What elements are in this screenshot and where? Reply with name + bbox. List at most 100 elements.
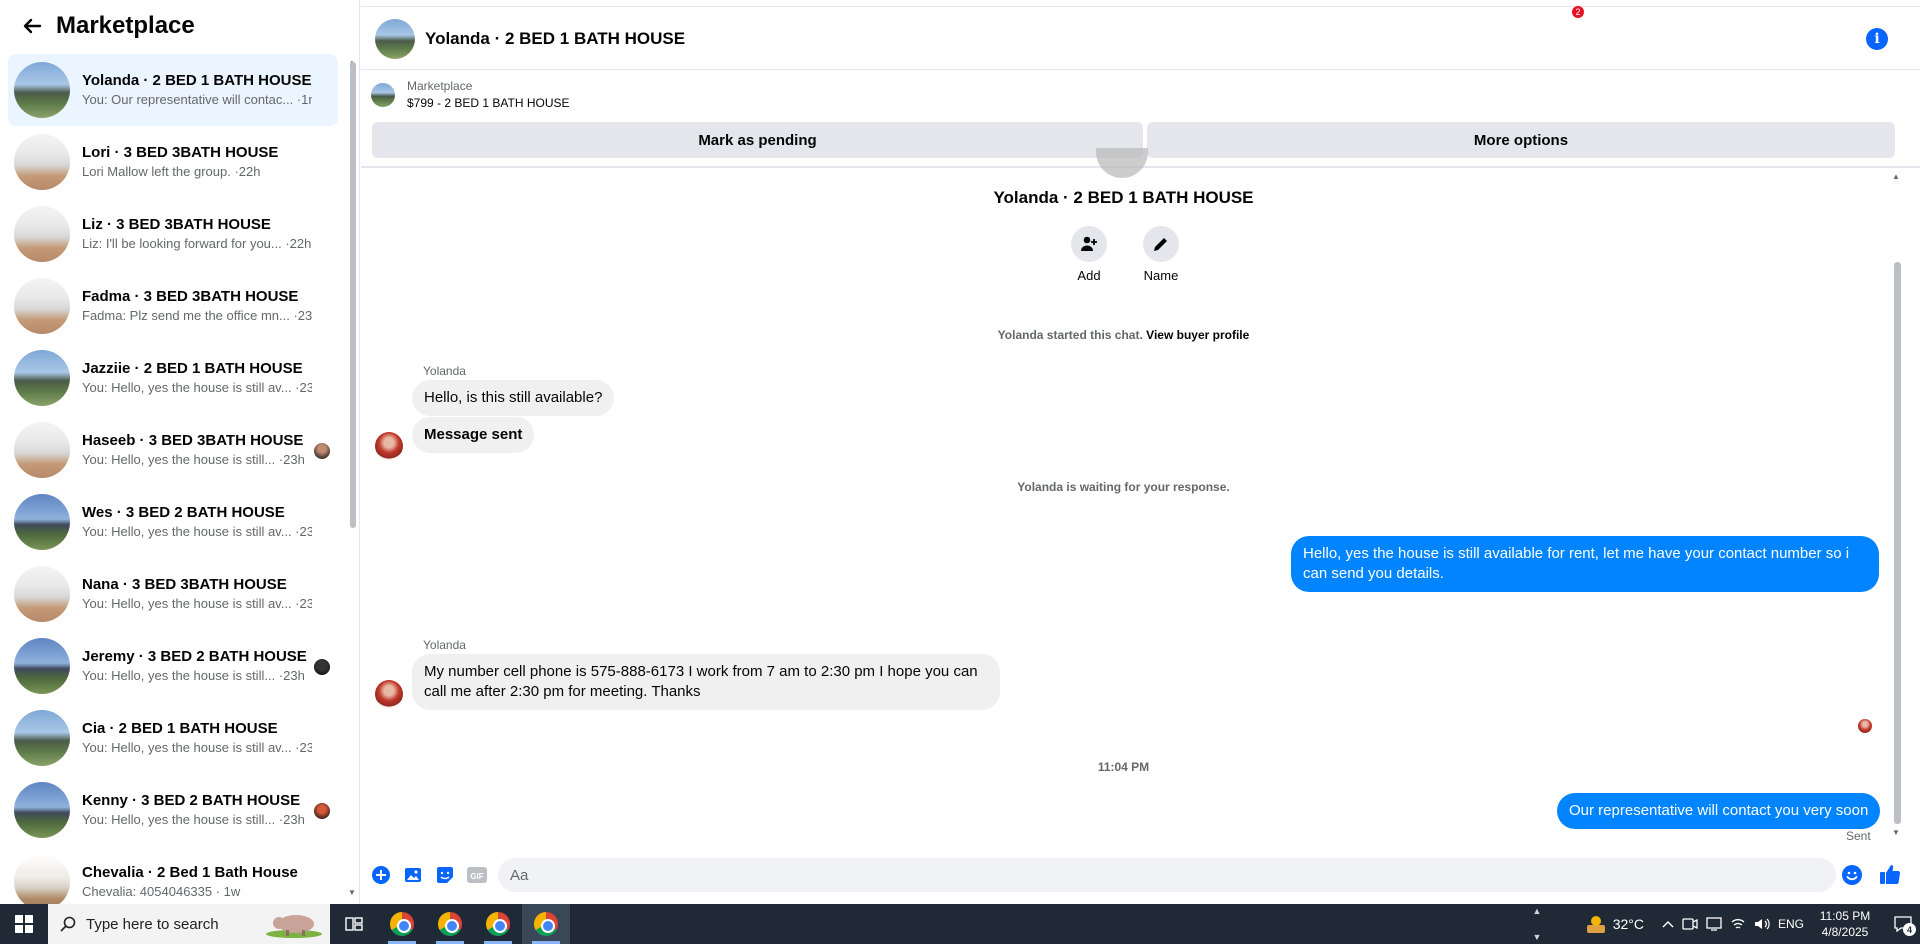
volume-icon[interactable] xyxy=(1754,904,1770,944)
wifi-icon[interactable] xyxy=(1730,904,1746,944)
task-view-button[interactable] xyxy=(330,904,378,944)
outgoing-message[interactable]: Our representative will contact you very… xyxy=(1557,793,1881,829)
thread-scrollbar[interactable] xyxy=(1894,262,1901,824)
mark-as-pending-button[interactable]: Mark as pending xyxy=(372,122,1143,158)
sidebar-title: Marketplace xyxy=(56,12,195,39)
conversation-item[interactable]: Kenny · 3 BED 2 BATH HOUSE You: Hello, ye… xyxy=(8,774,338,846)
conversation-list: Yolanda · 2 BED 1 BATH HOUSE You: Our rep… xyxy=(8,54,338,904)
notification-center[interactable]: 4 xyxy=(1886,904,1920,944)
chat-title[interactable]: Yolanda · 2 BED 1 BATH HOUSE xyxy=(425,29,685,49)
incoming-message[interactable]: Hello, is this still available? xyxy=(412,380,615,416)
conversation-item[interactable]: Yolanda · 2 BED 1 BATH HOUSE You: Our rep… xyxy=(8,54,338,126)
listing-avatar[interactable] xyxy=(375,18,415,59)
conversation-name: Yolanda · 2 BED 1 BATH HOUSE xyxy=(82,72,312,89)
weather-alert-badge: 2 xyxy=(1572,6,1584,18)
chrome-icon xyxy=(486,912,510,936)
chat-header: Yolanda · 2 BED 1 BATH HOUSE i xyxy=(361,8,1920,70)
conversation-thumbnail xyxy=(14,566,70,622)
search-highlight-icon xyxy=(266,915,322,938)
clock-date: 4/8/2025 xyxy=(1821,925,1869,939)
taskbar-chrome-2[interactable] xyxy=(426,904,474,944)
conversation-sidebar: Marketplace ▲ ▼ Yolanda · 2 BED 1 BATH H… xyxy=(0,0,360,904)
sent-status: Sent xyxy=(1846,829,1871,843)
sender-name: Yolanda xyxy=(423,638,466,652)
more-options-button[interactable]: More options xyxy=(1147,122,1895,158)
incoming-message[interactable]: Message sent xyxy=(412,417,535,453)
search-icon xyxy=(60,916,76,932)
conversation-item[interactable]: Liz · 3 BED 3BATH HOUSE Liz: I'll be look… xyxy=(8,198,338,270)
pencil-icon xyxy=(1154,237,1168,251)
conversation-preview: You: Hello, yes the house is still... ·2… xyxy=(82,812,305,827)
taskbar-chrome-1[interactable] xyxy=(378,904,426,944)
conversation-item[interactable]: Cia · 2 BED 1 BATH HOUSE You: Hello, yes … xyxy=(8,702,338,774)
taskbar-chrome-3[interactable] xyxy=(474,904,522,944)
language-indicator[interactable]: ENG xyxy=(1778,904,1804,944)
conversation-thumbnail xyxy=(14,278,70,334)
add-label: Add xyxy=(1077,268,1101,283)
scroll-down-arrow[interactable]: ▼ xyxy=(348,888,356,897)
conversation-thumbnail xyxy=(14,710,70,766)
message-composer: GIF Aa xyxy=(361,854,1920,896)
sticker-icon[interactable] xyxy=(433,863,457,887)
conversation-item[interactable]: Chevalia · 2 Bed 1 Bath House Chevalia: 4… xyxy=(8,846,338,904)
windows-taskbar: Type here to search 32°C ENG 11:05 PM 4/… xyxy=(0,904,1920,944)
incoming-message[interactable]: My number cell phone is 575-888-6173 I w… xyxy=(412,654,1000,710)
conversation-item[interactable]: Nana · 3 BED 3BATH HOUSE You: Hello, yes … xyxy=(8,558,338,630)
start-button[interactable] xyxy=(0,904,48,944)
taskbar-overflow-arrows[interactable]: ▲ ▼ xyxy=(1530,904,1544,944)
add-person-icon xyxy=(1081,236,1097,251)
conversation-thumbnail xyxy=(14,782,70,838)
conversation-thumbnail xyxy=(14,206,70,262)
weather-widget[interactable]: 32°C xyxy=(1585,904,1644,944)
conversation-preview: You: Hello, yes the house is still av...… xyxy=(82,380,312,395)
photo-icon[interactable] xyxy=(401,863,425,887)
conversation-item[interactable]: Haseeb · 3 BED 3BATH HOUSE You: Hello, ye… xyxy=(8,414,338,486)
sender-name: Yolanda xyxy=(423,364,466,378)
sidebar-header: Marketplace xyxy=(0,0,359,52)
view-buyer-profile-link[interactable]: View buyer profile xyxy=(1146,328,1249,342)
sender-avatar[interactable] xyxy=(375,432,403,460)
conversation-name: Chevalia · 2 Bed 1 Bath House xyxy=(82,864,298,881)
conversation-item[interactable]: Wes · 3 BED 2 BATH HOUSE You: Hello, yes … xyxy=(8,486,338,558)
conversation-item[interactable]: Jazziie · 2 BED 1 BATH HOUSE You: Hello, … xyxy=(8,342,338,414)
outgoing-message[interactable]: Hello, yes the house is still available … xyxy=(1291,536,1879,592)
show-hidden-icons[interactable] xyxy=(1662,904,1674,944)
name-label: Name xyxy=(1143,268,1179,283)
conversation-thumbnail xyxy=(14,62,70,118)
add-people-button[interactable] xyxy=(1071,226,1107,262)
conversation-item[interactable]: Lori · 3 BED 3BATH HOUSE Lori Mallow left… xyxy=(8,126,338,198)
conversation-preview: Chevalia: 4054046335 · 1w xyxy=(82,884,241,899)
listing-summary[interactable]: Marketplace $799 - 2 BED 1 BATH HOUSE xyxy=(371,78,570,112)
thread-scroll-up[interactable]: ▲ xyxy=(1892,172,1900,181)
plus-icon[interactable] xyxy=(369,863,393,887)
info-icon[interactable]: i xyxy=(1866,28,1888,50)
system-tray: 32°C ENG 11:05 PM 4/8/2025 4 xyxy=(1585,904,1920,944)
thumbs-up-icon[interactable] xyxy=(1878,862,1902,891)
meet-now-icon[interactable] xyxy=(1682,904,1698,944)
conversation-thumbnail xyxy=(14,422,70,478)
listing-source: Marketplace xyxy=(407,79,473,93)
sidebar-scrollbar[interactable] xyxy=(350,62,356,528)
taskbar-search-box[interactable]: Type here to search xyxy=(48,904,330,944)
name-chat-button[interactable] xyxy=(1143,226,1179,262)
taskbar-chrome-4[interactable] xyxy=(522,904,570,944)
chat-panel: Yolanda · 2 BED 1 BATH HOUSE i Marketpla… xyxy=(361,0,1920,904)
clock[interactable]: 11:05 PM 4/8/2025 xyxy=(1812,904,1878,944)
gif-icon[interactable]: GIF xyxy=(465,863,489,887)
conversation-preview: You: Hello, yes the house is still av...… xyxy=(82,740,312,755)
sender-avatar[interactable] xyxy=(375,680,403,708)
chat-started-text: Yolanda started this chat. xyxy=(997,328,1143,342)
messenger-app: Marketplace ▲ ▼ Yolanda · 2 BED 1 BATH H… xyxy=(0,0,1920,904)
conversation-item[interactable]: Jeremy · 3 BED 2 BATH HOUSE You: Hello, y… xyxy=(8,630,338,702)
message-input[interactable]: Aa xyxy=(498,858,1836,892)
back-arrow-icon[interactable] xyxy=(20,14,44,38)
thread-scroll-down[interactable]: ▼ xyxy=(1892,828,1900,837)
conversation-name: Haseeb · 3 BED 3BATH HOUSE xyxy=(82,432,304,449)
emoji-icon[interactable] xyxy=(1841,864,1863,891)
display-icon[interactable] xyxy=(1706,904,1722,944)
conversation-item[interactable]: Fadma · 3 BED 3BATH HOUSE Fadma: Plz send… xyxy=(8,270,338,342)
conversation-name: Jeremy · 3 BED 2 BATH HOUSE xyxy=(82,648,307,665)
conversation-preview: You: Our representative will contac... ·… xyxy=(82,92,312,107)
conversation-preview: You: Hello, yes the house is still... ·2… xyxy=(82,452,305,467)
chrome-icon xyxy=(390,912,414,936)
